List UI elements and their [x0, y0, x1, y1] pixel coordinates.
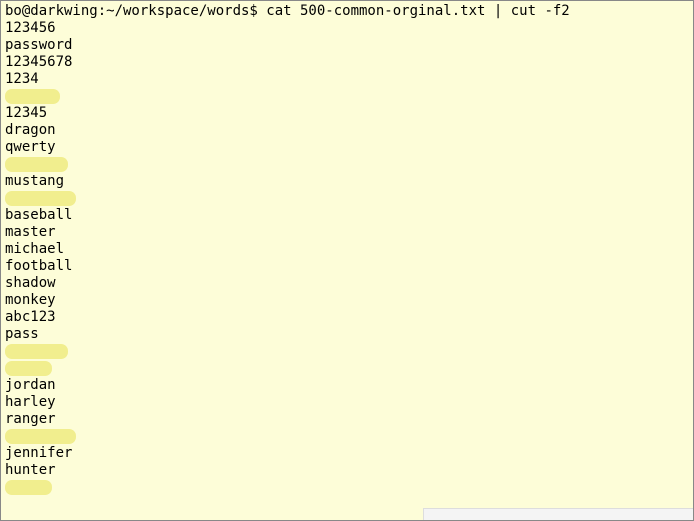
output-line: [5, 88, 689, 105]
redacted-text: [5, 89, 60, 104]
output-line: [5, 190, 689, 207]
output-line: mustang: [5, 173, 689, 190]
redacted-text: [5, 480, 52, 495]
terminal-prompt[interactable]: bo@darkwing:~/workspace/words$ cat 500-c…: [5, 3, 689, 20]
output-line: password: [5, 37, 689, 54]
output-line: shadow: [5, 275, 689, 292]
output-line: [5, 428, 689, 445]
output-line: harley: [5, 394, 689, 411]
output-line: pass: [5, 326, 689, 343]
redacted-text: [5, 344, 68, 359]
output-line: [5, 360, 689, 377]
output-line: 12345678: [5, 54, 689, 71]
horizontal-scrollbar[interactable]: [423, 508, 693, 520]
output-line: dragon: [5, 122, 689, 139]
output-line: jordan: [5, 377, 689, 394]
output-line: baseball: [5, 207, 689, 224]
output-line: hunter: [5, 462, 689, 479]
terminal-output[interactable]: 123456password123456781234 12345dragonqwe…: [5, 20, 689, 496]
output-line: abc123: [5, 309, 689, 326]
output-line: [5, 156, 689, 173]
redacted-text: [5, 429, 76, 444]
output-line: [5, 343, 689, 360]
output-line: 123456: [5, 20, 689, 37]
redacted-text: [5, 157, 68, 172]
output-line: michael: [5, 241, 689, 258]
redacted-text: [5, 361, 52, 376]
output-line: jennifer: [5, 445, 689, 462]
output-line: 12345: [5, 105, 689, 122]
output-line: ranger: [5, 411, 689, 428]
output-line: master: [5, 224, 689, 241]
redacted-text: [5, 191, 76, 206]
output-line: monkey: [5, 292, 689, 309]
output-line: football: [5, 258, 689, 275]
output-line: [5, 479, 689, 496]
output-line: 1234: [5, 71, 689, 88]
output-line: qwerty: [5, 139, 689, 156]
